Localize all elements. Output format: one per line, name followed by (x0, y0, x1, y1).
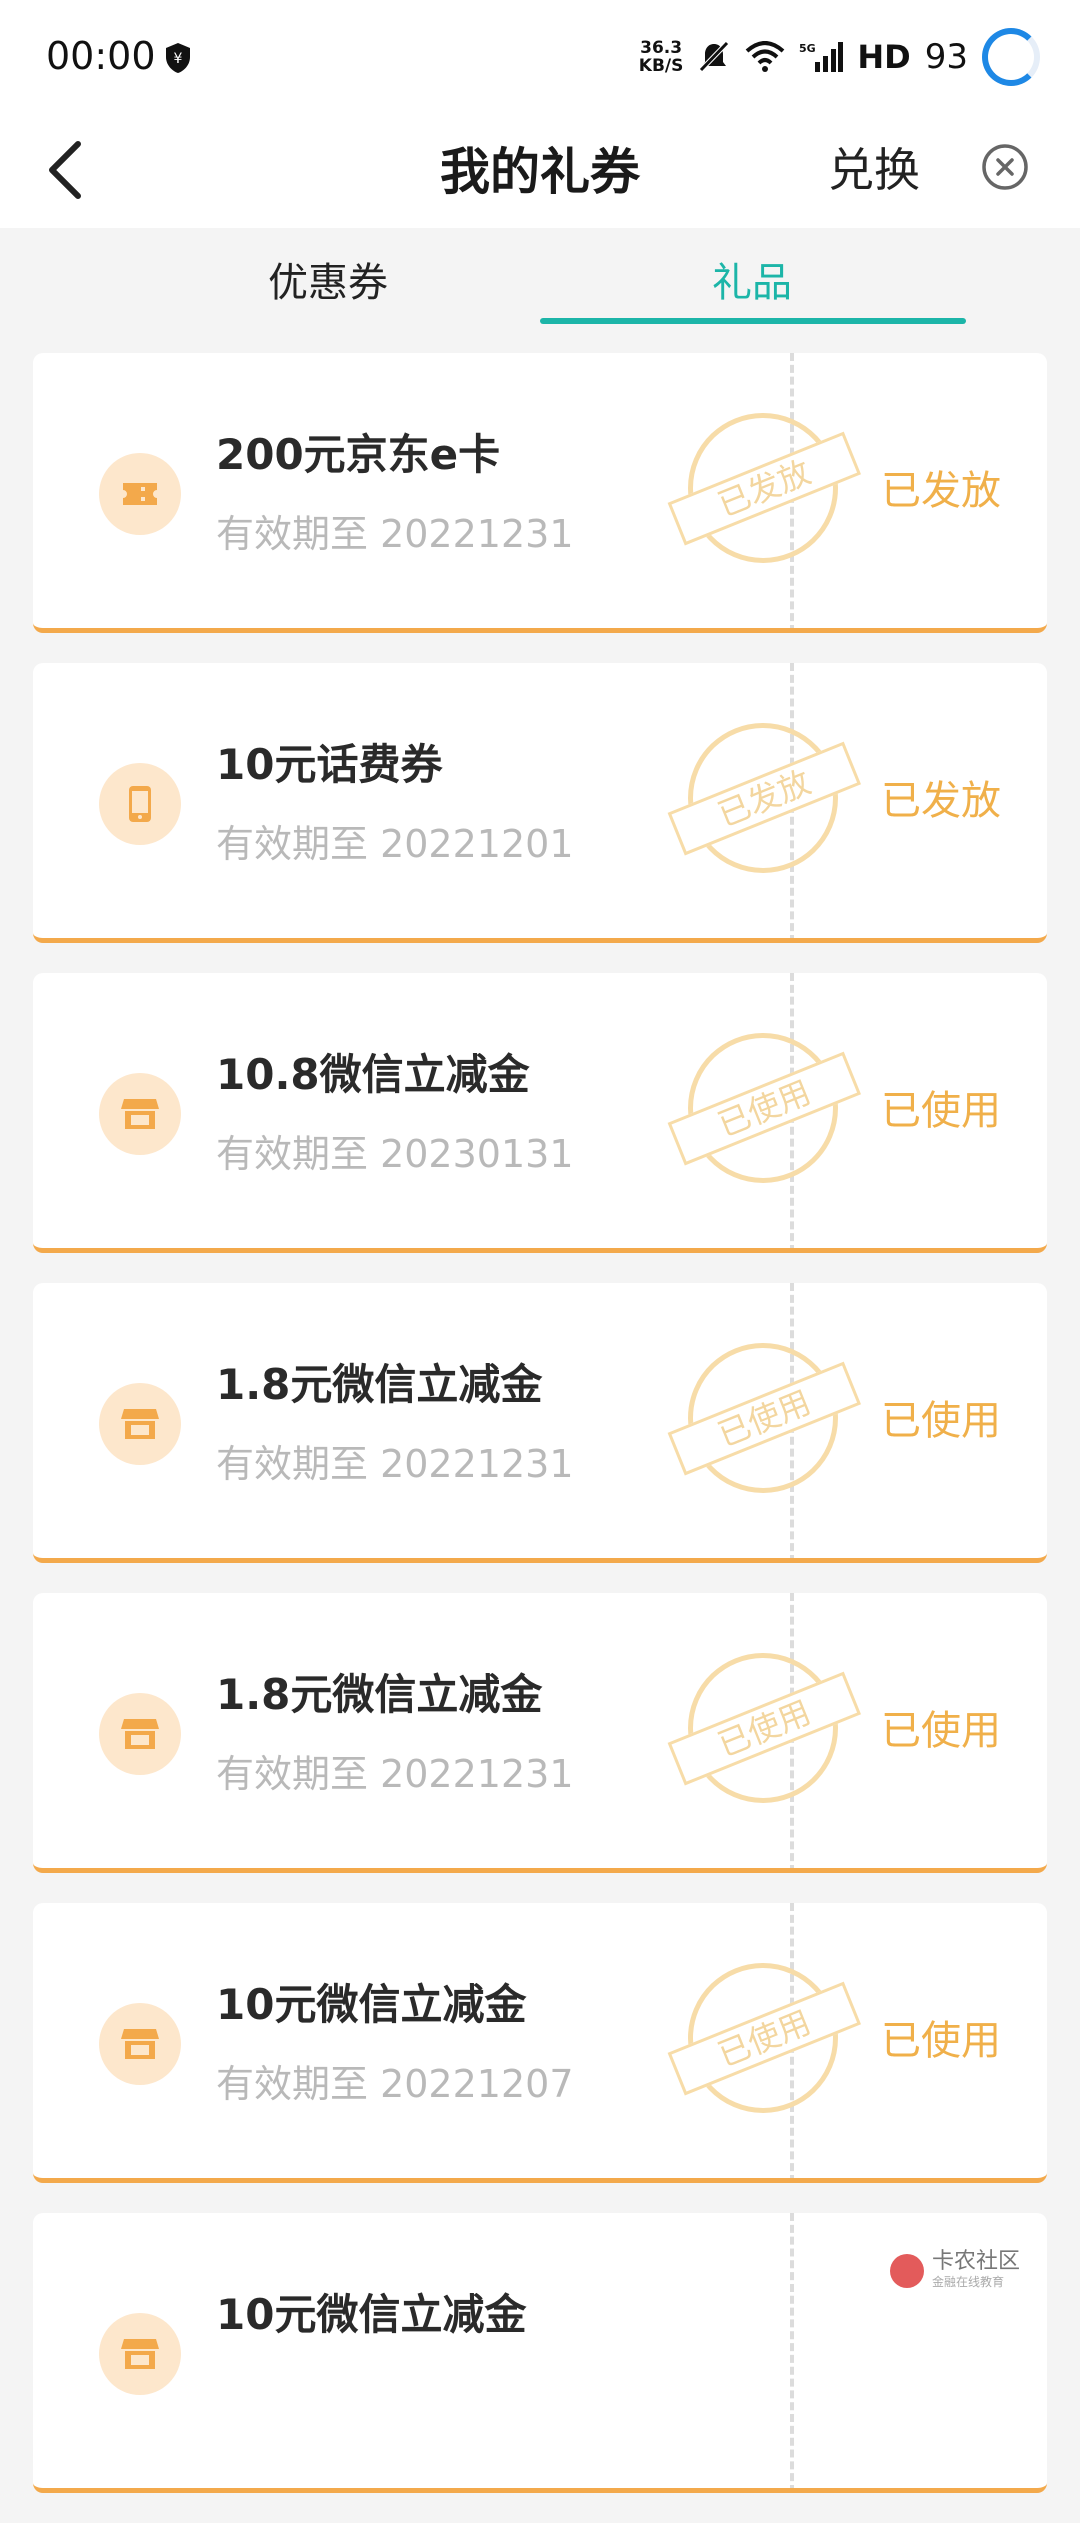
status-stamp: 已使用 (665, 1320, 862, 1516)
hd-indicator: HD (857, 38, 911, 76)
stamp-text: 已使用 (667, 1361, 862, 1476)
network-speed: 36.3 KB/S (639, 39, 684, 75)
svg-text:¥: ¥ (174, 51, 183, 67)
status-stamp: 已发放 (665, 390, 862, 586)
gift-title: 1.8元微信立减金 (216, 1670, 543, 1719)
active-tab-indicator (540, 318, 966, 324)
gift-card[interactable]: 1.8元微信立减金 有效期至 20221231 已使用 已使用 (33, 1283, 1047, 1563)
gift-title: 10元微信立减金 (216, 1980, 527, 2029)
store-icon (99, 2003, 181, 2085)
watermark-logo-icon (889, 2253, 924, 2288)
gift-status: 已发放 (881, 778, 1001, 824)
card-divider (790, 2213, 794, 2488)
watermark-text: 卡农社区 (931, 2249, 1020, 2274)
gift-expiry: 有效期至 20221231 (216, 1752, 574, 1796)
nav-bar: 我的礼券 兑换 (0, 110, 1080, 228)
status-stamp: 已使用 (665, 1630, 862, 1826)
close-circle-icon[interactable] (970, 132, 1040, 202)
gift-expiry: 有效期至 20221231 (216, 512, 574, 556)
status-right: 36.3 KB/S 5G HD 93 (639, 22, 1040, 92)
tab-coupons[interactable]: 优惠券 (268, 250, 388, 308)
mute-icon (699, 41, 730, 72)
gift-list: 200元京东e卡 有效期至 20221231 已发放 已发放 10元话费券 有效… (33, 353, 1047, 2523)
gift-expiry: 有效期至 20221207 (216, 2062, 574, 2106)
speed-unit: KB/S (638, 56, 684, 76)
stamp-text: 已发放 (667, 741, 862, 856)
store-icon (99, 1073, 181, 1155)
gift-title: 10元话费券 (216, 740, 443, 789)
stamp-text: 已使用 (667, 1981, 862, 2096)
status-stamp: 已使用 (665, 1010, 862, 1206)
exchange-button[interactable]: 兑换 (828, 134, 920, 200)
gift-status: 已使用 (881, 1398, 1001, 1444)
battery-ring-icon (982, 28, 1040, 86)
tab-bar: 优惠券 礼品 (0, 228, 1080, 328)
gift-expiry: 有效期至 20221231 (216, 1442, 574, 1486)
store-icon (99, 1693, 181, 1775)
battery-level: 93 (924, 37, 968, 77)
gift-card[interactable]: 10元话费券 有效期至 20221201 已发放 已发放 (33, 663, 1047, 943)
gift-status: 已发放 (881, 468, 1001, 514)
speed-value: 36.3 (640, 38, 683, 58)
stamp-text: 已使用 (667, 1051, 862, 1166)
gift-expiry: 有效期至 20221201 (216, 822, 574, 866)
gift-card[interactable]: 10.8微信立减金 有效期至 20230131 已使用 已使用 (33, 973, 1047, 1253)
gift-status: 已使用 (881, 2018, 1001, 2064)
watermark-text-block: 卡农社区 金融在线教育 (932, 2251, 1020, 2290)
gift-card[interactable]: 1.8元微信立减金 有效期至 20221231 已使用 已使用 (33, 1593, 1047, 1873)
status-bar: 00:00 ¥ 36.3 KB/S 5G HD 93 (0, 0, 1080, 110)
gift-title: 10元微信立减金 (216, 2290, 527, 2339)
gift-title: 200元京东e卡 (216, 430, 501, 479)
tab-gifts[interactable]: 礼品 (712, 250, 792, 308)
watermark-subtext: 金融在线教育 (931, 2275, 1004, 2289)
gift-card[interactable]: 10元微信立减金 有效期至 20221207 已使用 已使用 (33, 1903, 1047, 2183)
signal-icon: 5G (799, 42, 844, 72)
ticket-icon (99, 453, 181, 535)
gift-status: 已使用 (881, 1088, 1001, 1134)
status-time: 00:00 (46, 34, 156, 78)
stamp-text: 已发放 (667, 431, 862, 546)
status-stamp: 已使用 (665, 1940, 862, 2136)
gift-title: 10.8微信立减金 (216, 1050, 530, 1099)
store-icon (99, 2313, 181, 2395)
gift-status: 已使用 (881, 1708, 1001, 1754)
watermark: 卡农社区 金融在线教育 (889, 2251, 1020, 2290)
phone-icon (99, 763, 181, 845)
status-stamp: 已发放 (665, 700, 862, 896)
store-icon (99, 1383, 181, 1465)
svg-text:5G: 5G (799, 42, 816, 55)
gift-card[interactable]: 200元京东e卡 有效期至 20221231 已发放 已发放 (33, 353, 1047, 633)
wifi-icon (746, 41, 785, 72)
stamp-text: 已使用 (667, 1671, 862, 1786)
gift-title: 1.8元微信立减金 (216, 1360, 543, 1409)
shield-yen-icon: ¥ (166, 43, 190, 73)
gift-expiry: 有效期至 20230131 (216, 1132, 574, 1176)
